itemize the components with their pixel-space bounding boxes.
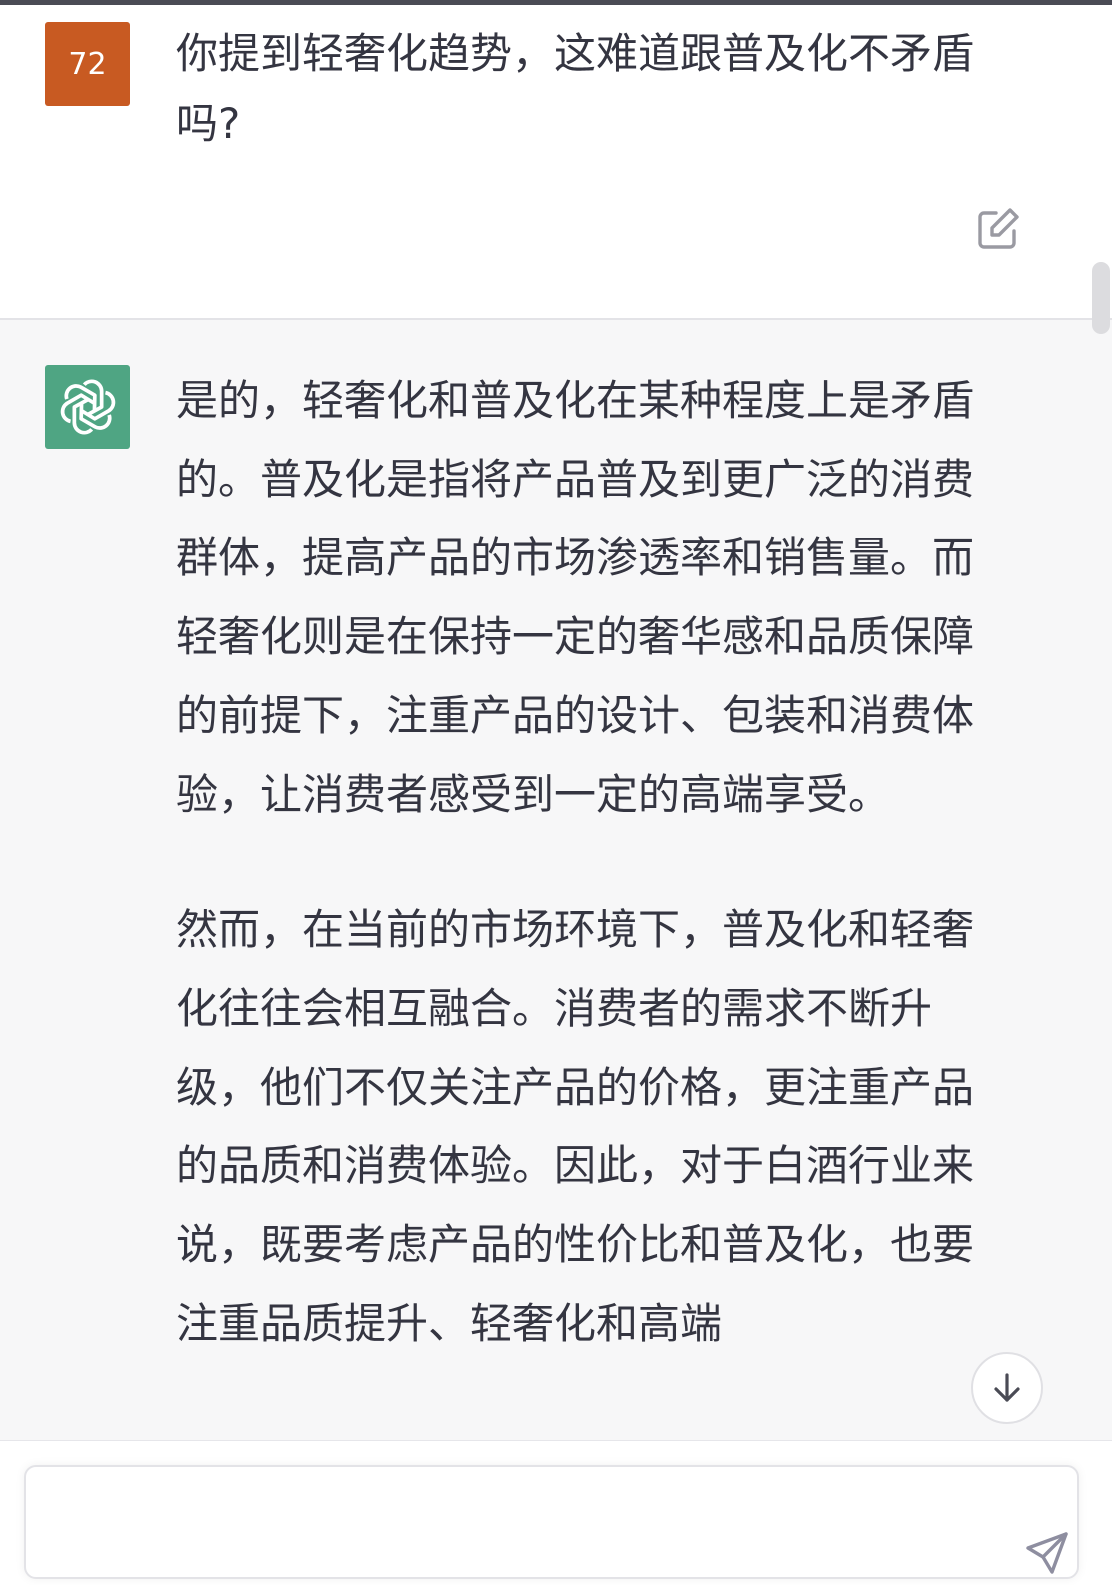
message-input-box[interactable] xyxy=(24,1465,1079,1585)
send-button[interactable] xyxy=(1019,1525,1075,1581)
scrollbar-track[interactable] xyxy=(1090,320,1112,1440)
user-message-text: 你提到轻奢化趋势，这难道跟普及化不矛盾吗? xyxy=(176,29,975,148)
chat-page: 72 你提到轻奢化趋势，这难道跟普及化不矛盾吗? 是的，轻奢化和普及化在某种程度… xyxy=(0,0,1112,1585)
message-input[interactable] xyxy=(66,1501,990,1585)
edit-icon[interactable] xyxy=(974,205,1022,253)
assistant-paragraph: 是的，轻奢化和普及化在某种程度上是矛盾的。普及化是指将产品普及到更广泛的消费群体… xyxy=(176,376,975,819)
openai-logo-icon xyxy=(45,365,130,449)
scroll-down-button[interactable] xyxy=(971,1352,1043,1424)
user-message: 72 你提到轻奢化趋势，这难道跟普及化不矛盾吗? xyxy=(0,5,1112,320)
scrollbar-thumb[interactable] xyxy=(1092,262,1110,334)
send-icon xyxy=(1026,1532,1068,1574)
assistant-message: 是的，轻奢化和普及化在某种程度上是矛盾的。普及化是指将产品普及到更广泛的消费群体… xyxy=(0,320,1090,1440)
composer-area xyxy=(0,1440,1112,1585)
assistant-paragraph: 然而，在当前的市场环境下，普及化和轻奢化往往会相互融合。消费者的需求不断升级，他… xyxy=(176,905,975,1348)
user-avatar-label: 72 xyxy=(68,46,107,82)
arrow-down-icon xyxy=(994,1373,1020,1402)
assistant-message-text: 是的，轻奢化和普及化在某种程度上是矛盾的。普及化是指将产品普及到更广泛的消费群体… xyxy=(176,362,991,1420)
user-avatar: 72 xyxy=(45,22,130,106)
